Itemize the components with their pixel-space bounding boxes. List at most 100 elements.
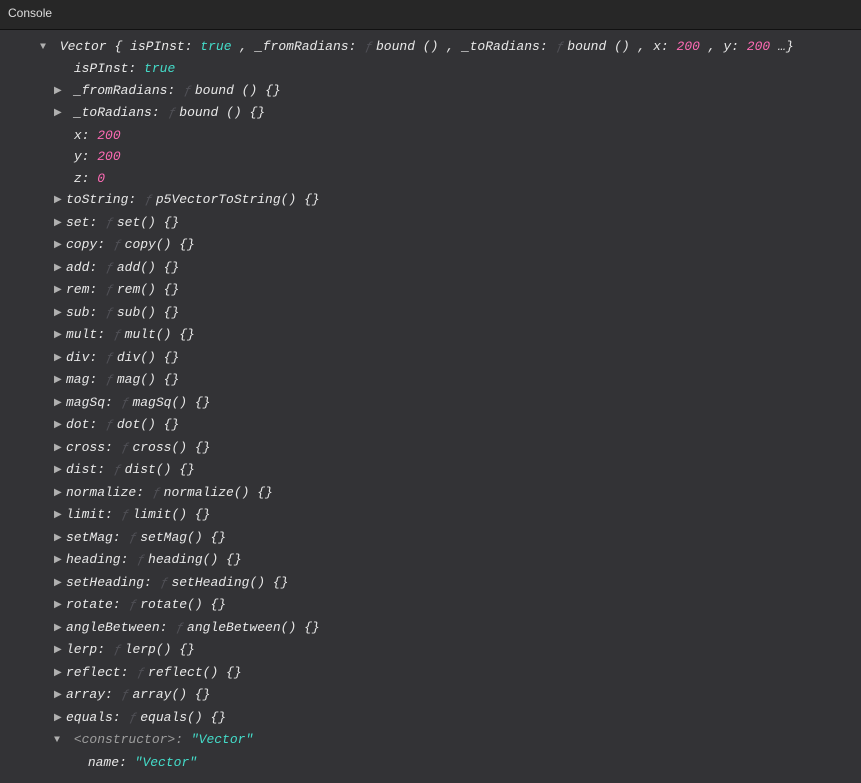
method-key: lerp: xyxy=(66,642,105,657)
chevron-right-icon[interactable]: ▶ xyxy=(54,640,66,662)
function-icon: ƒ xyxy=(364,39,376,54)
chevron-right-icon[interactable]: ▶ xyxy=(54,81,66,103)
chevron-right-icon[interactable]: ▶ xyxy=(54,393,66,415)
method-row[interactable]: ▶copy: ƒcopy() {} xyxy=(40,234,851,257)
method-key: setHeading: xyxy=(66,575,152,590)
prop-z[interactable]: z: 0 xyxy=(40,168,851,190)
method-key: rotate: xyxy=(66,597,121,612)
method-value: limit() {} xyxy=(132,507,210,522)
method-row[interactable]: ▶array: ƒarray() {} xyxy=(40,684,851,707)
method-key: mag: xyxy=(66,372,97,387)
method-row[interactable]: ▶heading: ƒheading() {} xyxy=(40,549,851,572)
prop-y[interactable]: y: 200 xyxy=(40,146,851,168)
prop-value: 0 xyxy=(97,171,105,186)
method-key: set: xyxy=(66,215,97,230)
prop-key: isPInst: xyxy=(74,61,136,76)
method-value: add() {} xyxy=(117,260,179,275)
chevron-right-icon[interactable]: ▶ xyxy=(54,213,66,235)
chevron-right-icon[interactable]: ▶ xyxy=(54,505,66,527)
chevron-right-icon[interactable]: ▶ xyxy=(54,708,66,730)
function-icon: ƒ xyxy=(105,372,117,387)
chevron-right-icon[interactable]: ▶ xyxy=(54,103,66,125)
chevron-right-icon[interactable]: ▶ xyxy=(54,618,66,640)
method-value: sub() {} xyxy=(117,305,179,320)
method-row[interactable]: ▶div: ƒdiv() {} xyxy=(40,347,851,370)
method-value: reflect() {} xyxy=(148,665,242,680)
method-row[interactable]: ▶angleBetween: ƒangleBetween() {} xyxy=(40,617,851,640)
chevron-right-icon[interactable]: ▶ xyxy=(54,663,66,685)
chevron-down-icon[interactable]: ▼ xyxy=(40,37,52,59)
method-row[interactable]: ▶dot: ƒdot() {} xyxy=(40,414,851,437)
method-row[interactable]: ▶sub: ƒsub() {} xyxy=(40,302,851,325)
method-row[interactable]: ▶rem: ƒrem() {} xyxy=(40,279,851,302)
method-row[interactable]: ▶equals: ƒequals() {} xyxy=(40,707,851,730)
object-header[interactable]: ▼ Vector { isPInst: true , _fromRadians:… xyxy=(40,36,851,59)
method-row[interactable]: ▶rotate: ƒrotate() {} xyxy=(40,594,851,617)
method-key: copy: xyxy=(66,237,105,252)
method-value: array() {} xyxy=(132,687,210,702)
method-row[interactable]: ▶add: ƒadd() {} xyxy=(40,257,851,280)
prop-toRadians[interactable]: ▶ _toRadians: ƒbound () {} xyxy=(40,102,851,125)
method-row[interactable]: ▶setHeading: ƒsetHeading() {} xyxy=(40,572,851,595)
function-icon: ƒ xyxy=(121,440,133,455)
prop-isPInst[interactable]: isPInst: true xyxy=(40,58,851,80)
chevron-right-icon[interactable]: ▶ xyxy=(54,550,66,572)
method-key: equals: xyxy=(66,710,121,725)
chevron-right-icon[interactable]: ▶ xyxy=(54,258,66,280)
chevron-right-icon[interactable]: ▶ xyxy=(54,280,66,302)
chevron-right-icon[interactable]: ▶ xyxy=(54,595,66,617)
method-row[interactable]: ▶magSq: ƒmagSq() {} xyxy=(40,392,851,415)
method-row[interactable]: ▶toString: ƒp5VectorToString() {} xyxy=(40,189,851,212)
method-row[interactable]: ▶dist: ƒdist() {} xyxy=(40,459,851,482)
method-value: dist() {} xyxy=(125,462,195,477)
prop-fromRadians[interactable]: ▶ _fromRadians: ƒbound () {} xyxy=(40,80,851,103)
prop-x[interactable]: x: 200 xyxy=(40,125,851,147)
chevron-right-icon[interactable]: ▶ xyxy=(54,573,66,595)
method-value: cross() {} xyxy=(132,440,210,455)
function-icon: ƒ xyxy=(113,327,125,342)
chevron-right-icon[interactable]: ▶ xyxy=(54,460,66,482)
chevron-right-icon[interactable]: ▶ xyxy=(54,415,66,437)
method-value: set() {} xyxy=(117,215,179,230)
method-row[interactable]: ▶cross: ƒcross() {} xyxy=(40,437,851,460)
method-value: magSq() {} xyxy=(132,395,210,410)
chevron-right-icon[interactable]: ▶ xyxy=(54,235,66,257)
prop-constructor-name[interactable]: name: "Vector" xyxy=(40,752,851,774)
method-row[interactable]: ▶limit: ƒlimit() {} xyxy=(40,504,851,527)
chevron-right-icon[interactable]: ▶ xyxy=(54,303,66,325)
prop-key: <constructor>: xyxy=(74,732,183,747)
console-output: ▼ Vector { isPInst: true , _fromRadians:… xyxy=(0,30,861,783)
chevron-down-icon[interactable]: ▼ xyxy=(54,730,66,752)
method-row[interactable]: ▶lerp: ƒlerp() {} xyxy=(40,639,851,662)
method-row[interactable]: ▶setMag: ƒsetMag() {} xyxy=(40,527,851,550)
prop-key: name: xyxy=(88,755,127,770)
chevron-right-icon[interactable]: ▶ xyxy=(54,348,66,370)
chevron-right-icon[interactable]: ▶ xyxy=(54,325,66,347)
chevron-right-icon[interactable]: ▶ xyxy=(54,438,66,460)
method-key: toString: xyxy=(66,192,136,207)
prop-key: y: xyxy=(74,149,90,164)
chevron-right-icon[interactable]: ▶ xyxy=(54,685,66,707)
prop-constructor[interactable]: ▼ <constructor>: "Vector" xyxy=(40,729,851,752)
method-value: rem() {} xyxy=(117,282,179,297)
function-icon: ƒ xyxy=(136,665,148,680)
method-row[interactable]: ▶mag: ƒmag() {} xyxy=(40,369,851,392)
chevron-right-icon[interactable]: ▶ xyxy=(54,483,66,505)
method-value: equals() {} xyxy=(140,710,226,725)
method-row[interactable]: ▶normalize: ƒnormalize() {} xyxy=(40,482,851,505)
chevron-right-icon[interactable]: ▶ xyxy=(54,370,66,392)
method-key: rem: xyxy=(66,282,97,297)
method-value: heading() {} xyxy=(148,552,242,567)
method-key: cross: xyxy=(66,440,113,455)
chevron-right-icon[interactable]: ▶ xyxy=(54,190,66,212)
method-row[interactable]: ▶reflect: ƒreflect() {} xyxy=(40,662,851,685)
function-icon: ƒ xyxy=(555,39,567,54)
function-icon: ƒ xyxy=(144,192,156,207)
method-row[interactable]: ▶mult: ƒmult() {} xyxy=(40,324,851,347)
method-key: mult: xyxy=(66,327,105,342)
chevron-right-icon[interactable]: ▶ xyxy=(54,528,66,550)
function-icon: ƒ xyxy=(113,237,125,252)
method-value: copy() {} xyxy=(125,237,195,252)
method-row[interactable]: ▶set: ƒset() {} xyxy=(40,212,851,235)
prop-key: x: xyxy=(74,128,90,143)
